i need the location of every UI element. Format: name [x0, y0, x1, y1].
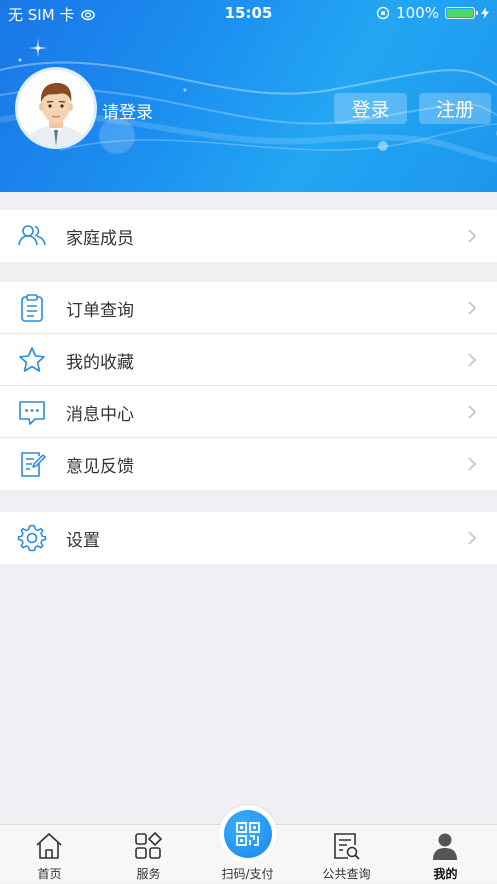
clipboard-icon: [21, 294, 43, 322]
menu-group-family: 家庭成员: [0, 210, 497, 262]
menu-item-settings[interactable]: 设置: [0, 512, 497, 564]
tab-services[interactable]: 服务: [99, 825, 198, 884]
qr-code-icon: [236, 822, 260, 846]
tab-home[interactable]: 首页: [0, 825, 99, 884]
orientation-lock-icon: [376, 6, 390, 20]
menu-label: 订单查询: [66, 301, 134, 321]
grid-icon: [135, 831, 163, 859]
menu-label: 消息中心: [66, 405, 134, 425]
menu-item-feedback[interactable]: 意见反馈: [0, 438, 497, 490]
home-icon: [36, 833, 62, 859]
profile-header: 无 SIM 卡 15:05 100% 请登录 登录 注册: [0, 0, 497, 192]
avatar[interactable]: [18, 70, 94, 146]
scan-pay-button[interactable]: [219, 805, 277, 863]
tab-label: 扫码/支付: [221, 867, 274, 881]
tab-label: 我的: [433, 867, 458, 881]
chevron-right-icon: [468, 353, 477, 367]
family-members-icon: [18, 225, 46, 246]
chevron-right-icon: [468, 531, 477, 545]
chevron-right-icon: [468, 229, 477, 243]
menu-item-orders[interactable]: 订单查询: [0, 282, 497, 334]
tab-public-query[interactable]: 公共查询: [297, 825, 396, 884]
menu-item-family-members[interactable]: 家庭成员: [0, 210, 497, 262]
tab-mine[interactable]: 我的: [396, 825, 495, 884]
battery-icon: [445, 7, 478, 19]
edit-note-icon: [21, 452, 46, 477]
menu-item-messages[interactable]: 消息中心: [0, 386, 497, 438]
star-icon: [19, 347, 45, 372]
status-bar: 无 SIM 卡 15:05 100%: [0, 0, 497, 26]
battery-percent: 100%: [396, 4, 439, 22]
chevron-right-icon: [468, 457, 477, 471]
register-button[interactable]: 注册: [419, 93, 491, 124]
document-search-icon: [334, 833, 360, 860]
menu-group-settings: 设置: [0, 512, 497, 564]
tab-label: 公共查询: [322, 867, 371, 881]
chat-bubble-icon: [19, 401, 45, 425]
user-icon: [433, 833, 457, 860]
login-prompt[interactable]: 请登录: [102, 98, 153, 123]
avatar-icon: [18, 70, 94, 146]
menu-label: 设置: [66, 531, 100, 551]
tab-label: 首页: [37, 867, 62, 881]
chevron-right-icon: [468, 405, 477, 419]
menu-label: 我的收藏: [66, 353, 134, 373]
gear-icon: [17, 524, 47, 552]
tab-label: 服务: [136, 867, 161, 881]
menu-label: 意见反馈: [66, 457, 134, 477]
chevron-right-icon: [468, 301, 477, 315]
scan-button-face: [224, 810, 272, 858]
menu-group-main: 订单查询 我的收藏 消息中心 意见反馈: [0, 282, 497, 490]
login-button[interactable]: 登录: [334, 93, 407, 124]
menu-item-favorites[interactable]: 我的收藏: [0, 334, 497, 386]
charging-bolt-icon: [481, 7, 489, 19]
menu-label: 家庭成员: [66, 229, 134, 249]
